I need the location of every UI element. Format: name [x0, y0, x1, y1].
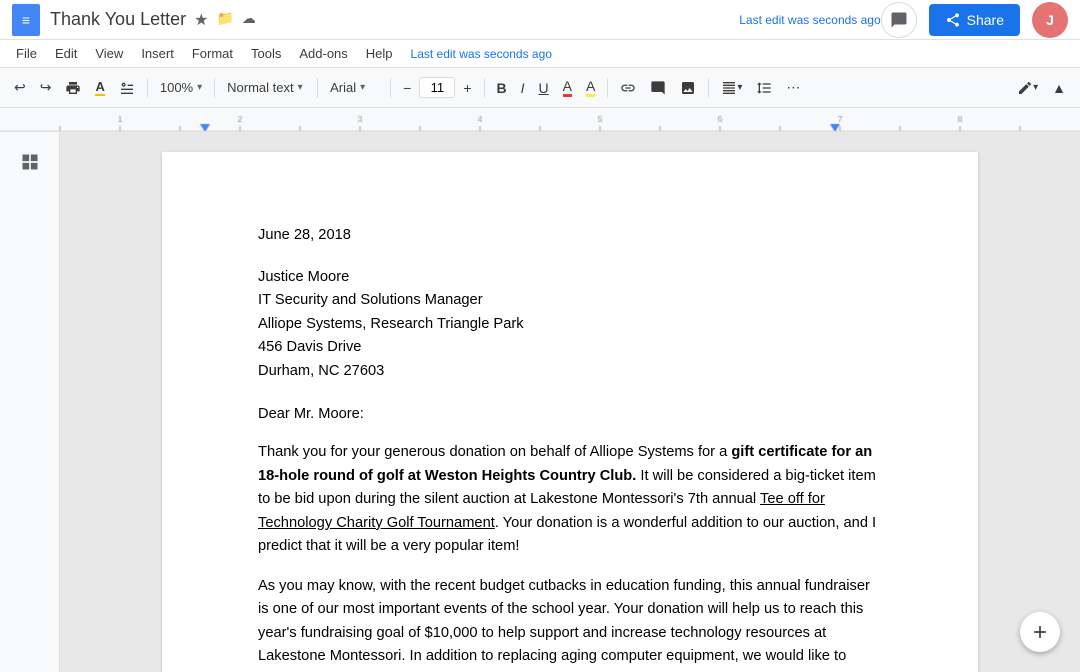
title-action-icons: ★ 📁 ☁	[194, 10, 256, 30]
ruler	[0, 108, 1080, 132]
addressee-name: Justice Moore	[258, 266, 882, 289]
para1-start: Thank you for your generous donation on …	[258, 444, 731, 460]
style-arrow: ▾	[298, 82, 303, 93]
undo-button[interactable]: ↩	[8, 75, 32, 100]
last-edit-label[interactable]: Last edit was seconds ago	[739, 13, 880, 27]
header-right: Share J	[881, 2, 1068, 38]
letter-date: June 28, 2018	[258, 224, 882, 246]
addressee-city: Durham, NC 27603	[258, 360, 882, 383]
last-edit-menu[interactable]: Last edit was seconds ago	[411, 47, 552, 61]
highlight-icon: A	[586, 78, 595, 97]
more-button[interactable]: ⋯	[780, 75, 806, 100]
font-value: Arial	[330, 80, 356, 95]
share-label: Share	[967, 12, 1004, 28]
menu-bar: File Edit View Insert Format Tools Add-o…	[0, 40, 1080, 68]
main-area: June 28, 2018 Justice Moore IT Security …	[0, 132, 1080, 672]
font-size-minus-button[interactable]: −	[397, 76, 417, 100]
paragraph-2: As you may know, with the recent budget …	[258, 575, 882, 672]
comment-button[interactable]	[644, 76, 672, 100]
salutation: Dear Mr. Moore:	[258, 403, 882, 425]
line-spacing-button[interactable]	[750, 76, 778, 100]
paint-format-button[interactable]: A	[89, 75, 110, 100]
google-docs-icon	[12, 4, 40, 36]
pen-button[interactable]: ▾	[1011, 76, 1044, 100]
folder-icon[interactable]: 📁	[216, 10, 233, 30]
date-text: June 28, 2018	[258, 227, 351, 243]
menu-insert[interactable]: Insert	[133, 44, 182, 63]
document-page: June 28, 2018 Justice Moore IT Security …	[162, 152, 978, 672]
addressee-street: 456 Davis Drive	[258, 336, 882, 359]
highlight-button[interactable]: A	[580, 74, 601, 101]
paint-style-button[interactable]	[113, 76, 141, 100]
addressee-title: IT Security and Solutions Manager	[258, 289, 882, 312]
italic-button[interactable]: I	[515, 76, 531, 100]
address-block: Justice Moore IT Security and Solutions …	[258, 266, 882, 383]
font-size-plus-button[interactable]: +	[457, 76, 477, 100]
zoom-dropdown[interactable]: 100% ▾	[154, 77, 208, 98]
star-icon[interactable]: ★	[194, 10, 208, 30]
menu-addons[interactable]: Add-ons	[291, 44, 355, 63]
user-avatar[interactable]: J	[1032, 2, 1068, 38]
doc-title[interactable]: Thank You Letter	[50, 9, 186, 30]
menu-file[interactable]: File	[8, 44, 45, 63]
menu-view[interactable]: View	[87, 44, 131, 63]
salutation-text: Dear Mr. Moore:	[258, 406, 364, 422]
print-button[interactable]	[59, 76, 87, 100]
text-color-button[interactable]: A	[557, 74, 578, 101]
zoom-arrow: ▾	[197, 82, 202, 93]
menu-help[interactable]: Help	[358, 44, 401, 63]
title-bar: Thank You Letter ★ 📁 ☁ Last edit was sec…	[0, 0, 1080, 40]
para2-text: As you may know, with the recent budget …	[258, 578, 870, 672]
toolbar: ↩ ↪ A 100% ▾ Normal text ▾ Arial ▾ − + B…	[0, 68, 1080, 108]
style-value: Normal text	[227, 80, 293, 95]
font-arrow: ▾	[360, 82, 365, 93]
style-dropdown[interactable]: Normal text ▾	[221, 77, 311, 98]
zoom-value: 100%	[160, 80, 193, 95]
left-sidebar	[0, 132, 60, 672]
menu-edit[interactable]: Edit	[47, 44, 85, 63]
doc-area[interactable]: June 28, 2018 Justice Moore IT Security …	[60, 132, 1080, 672]
menu-tools[interactable]: Tools	[243, 44, 289, 63]
bold-button[interactable]: B	[491, 76, 513, 100]
share-button[interactable]: Share	[929, 4, 1020, 36]
font-dropdown[interactable]: Arial ▾	[324, 77, 384, 98]
fab-button[interactable]	[1020, 612, 1060, 652]
menu-format[interactable]: Format	[184, 44, 241, 63]
comments-button[interactable]	[881, 2, 917, 38]
align-button[interactable]: ▾	[715, 76, 748, 100]
collapse-toolbar-button[interactable]: ▲	[1046, 76, 1072, 100]
sidebar-layout-icon[interactable]	[12, 144, 48, 180]
font-size-input[interactable]	[419, 77, 455, 98]
text-color-icon: A	[563, 78, 572, 97]
redo-button[interactable]: ↪	[34, 75, 58, 100]
paragraph-1: Thank you for your generous donation on …	[258, 441, 882, 558]
addressee-company: Alliope Systems, Research Triangle Park	[258, 313, 882, 336]
image-button[interactable]	[674, 76, 702, 100]
underline-button[interactable]: U	[533, 76, 555, 100]
link-button[interactable]	[614, 76, 642, 100]
cloud-icon[interactable]: ☁	[242, 10, 256, 30]
